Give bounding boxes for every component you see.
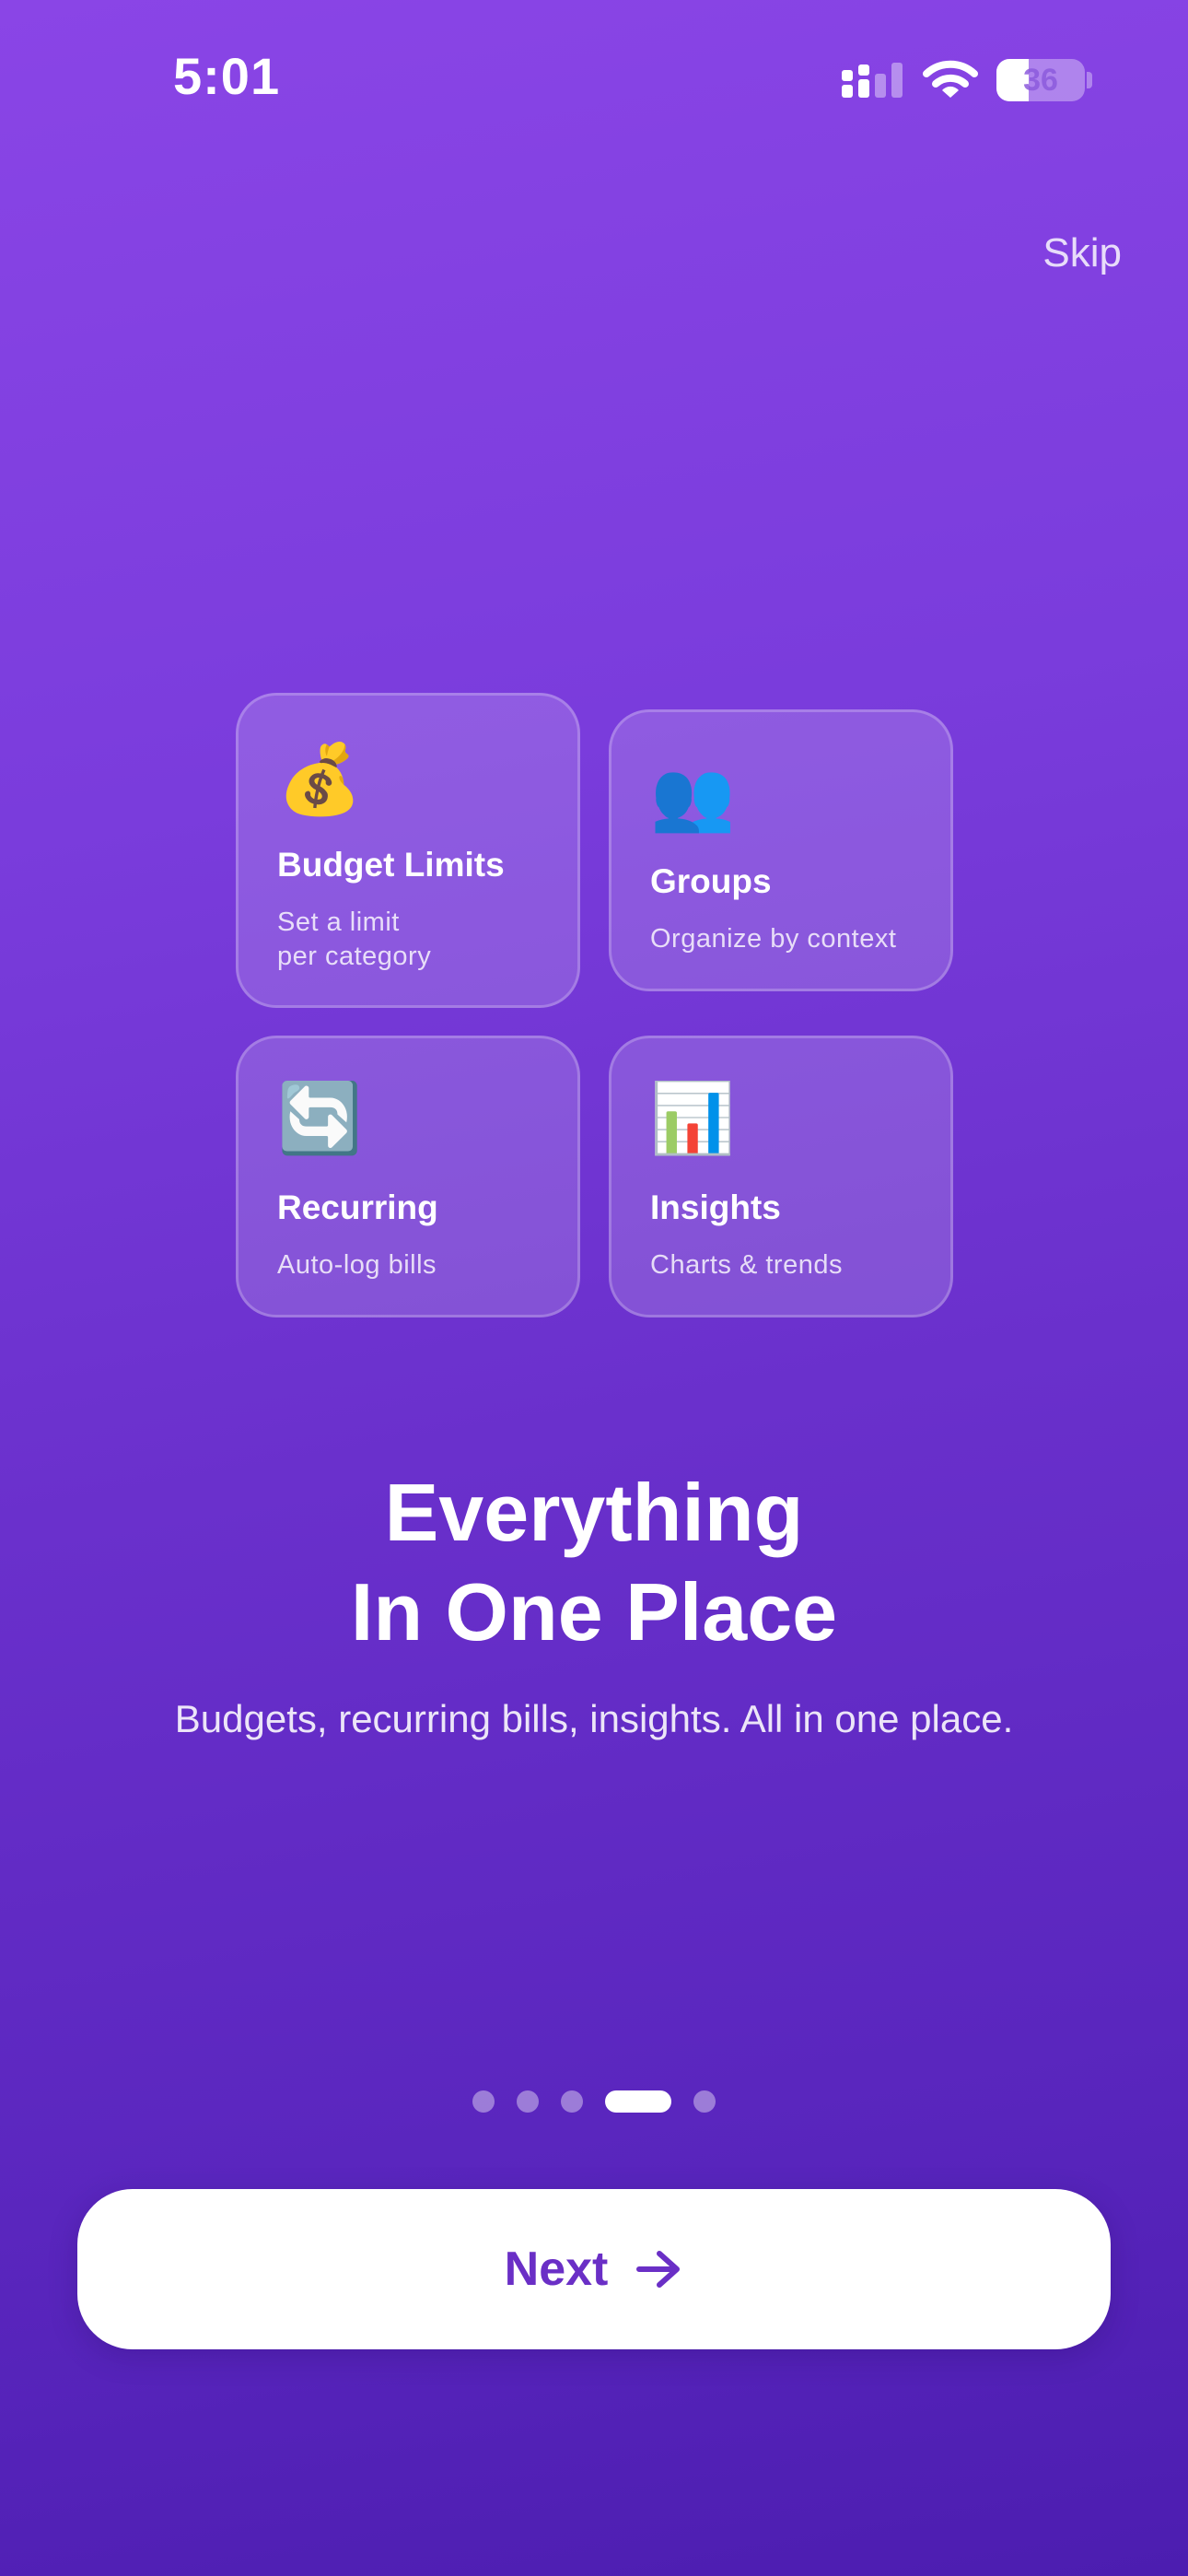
card-description-line: per category — [277, 942, 432, 971]
onboarding-screen: 5:01 36 Skip 💰 Budget Limits Set a limit… — [0, 0, 1188, 2576]
status-time: 5:01 — [173, 47, 281, 105]
cellular-signal-icon — [842, 63, 903, 98]
feature-card-recurring: 🔄 Recurring Auto-log bills — [236, 1036, 580, 1317]
skip-button[interactable]: Skip — [1042, 230, 1122, 276]
page-dot[interactable] — [561, 2090, 583, 2113]
bar-chart-icon: 📊 — [650, 1079, 736, 1158]
page-dot[interactable] — [517, 2090, 539, 2113]
page-dot-active[interactable] — [605, 2090, 671, 2113]
card-description: Auto-log bills — [277, 1248, 559, 1282]
next-button-label: Next — [504, 2242, 609, 2296]
feature-card-insights: 📊 Insights Charts & trends — [609, 1036, 953, 1317]
card-description-line: Organize by context — [650, 924, 897, 954]
card-description-line: Charts & trends — [650, 1250, 843, 1280]
next-button[interactable]: Next — [77, 2189, 1111, 2349]
card-description-line: Auto-log bills — [277, 1250, 437, 1280]
arrow-right-icon — [636, 2251, 681, 2288]
card-title: Budget Limits — [277, 846, 505, 884]
feature-card-groups: 👥 Groups Organize by context — [609, 709, 953, 991]
battery-nub — [1087, 72, 1092, 88]
people-icon: 👥 — [650, 756, 736, 836]
card-description-line: Set a limit — [277, 907, 400, 937]
page-indicator[interactable] — [0, 2090, 1188, 2113]
page-title-line: In One Place — [350, 1566, 838, 1657]
battery-icon: 36 — [996, 59, 1085, 101]
card-title: Insights — [650, 1188, 781, 1226]
page-subtitle: Budgets, recurring bills, insights. All … — [174, 1697, 1014, 1740]
page-dot[interactable] — [472, 2090, 495, 2113]
feature-card-budget-limits: 💰 Budget Limits Set a limit per category — [236, 693, 580, 1008]
card-title: Recurring — [277, 1188, 438, 1226]
battery-level: 36 — [1023, 63, 1058, 98]
card-description: Set a limit per category — [277, 906, 559, 974]
page-title-line: Everything — [384, 1467, 804, 1558]
wifi-icon — [923, 60, 978, 98]
card-title: Groups — [650, 862, 772, 900]
money-bag-icon: 💰 — [277, 740, 363, 819]
card-description: Organize by context — [650, 922, 932, 956]
recurring-arrows-icon: 🔄 — [277, 1079, 363, 1158]
page-title: Everything In One Place — [0, 1463, 1188, 1662]
card-description: Charts & trends — [650, 1248, 932, 1282]
page-dot[interactable] — [693, 2090, 716, 2113]
